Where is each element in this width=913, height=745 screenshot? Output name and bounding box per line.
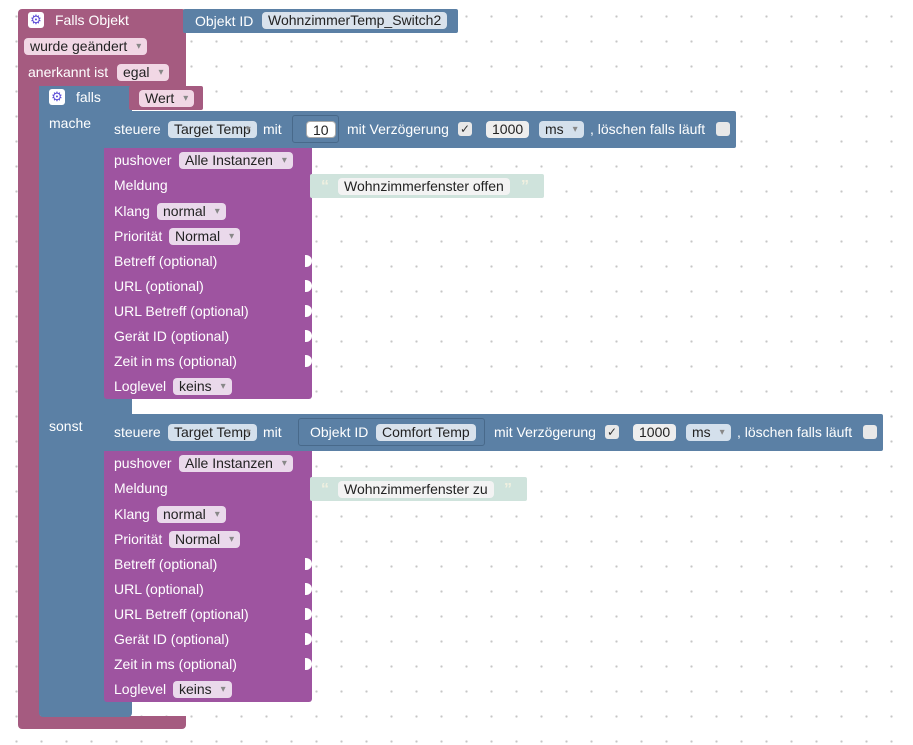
control2-delay-label: mit Verzögerung [494, 424, 596, 440]
if-gear-icon[interactable]: ⚙ [49, 89, 65, 105]
control2-delay-checkbox[interactable]: ✓ [605, 425, 619, 439]
control1-unit-dropdown[interactable]: ms [539, 121, 584, 138]
pushover1-sound-dropdown[interactable]: normal [157, 203, 226, 220]
trigger-block-bottom [18, 716, 186, 729]
pushover2-title: pushover [114, 455, 172, 471]
pushover1-url-label: URL (optional) [114, 278, 204, 294]
control1-target-dropdown[interactable]: Target Temp [168, 121, 257, 138]
else-label: sonst [49, 418, 83, 434]
trigger-object-id[interactable]: WohnzimmerTemp_Switch2 [262, 12, 448, 29]
pushover1-loglevel-label: Loglevel [114, 378, 167, 394]
control1-value[interactable]: 10 [306, 121, 336, 138]
pushover2-subject-label: Betreff (optional) [114, 556, 218, 572]
control1-mit: mit [263, 121, 282, 137]
pushover1-title: pushover [114, 152, 172, 168]
pushover1-time-label: Zeit in ms (optional) [114, 353, 237, 369]
if-label: falls [76, 89, 101, 105]
control2-object-label: Objekt ID [310, 424, 369, 440]
quote-open-icon: “ [321, 481, 329, 498]
pushover1-priority-dropdown[interactable]: Normal [169, 228, 241, 245]
pushover2-loglevel-dropdown[interactable]: keins [173, 681, 232, 698]
pushover1-url-subject-label: URL Betreff (optional) [114, 303, 249, 319]
trigger-block-spine [18, 80, 40, 720]
trigger-object-label: Objekt ID [195, 13, 254, 29]
trigger-title: Falls Objekt [55, 12, 129, 28]
control2-mit: mit [263, 424, 282, 440]
pushover2-loglevel-label: Loglevel [114, 681, 167, 697]
trigger-ack-label: anerkannt ist [28, 64, 109, 80]
control2-clear-label: , löschen falls läuft [737, 424, 853, 440]
quote-close-icon: ” [504, 481, 512, 498]
pushover1-instance-dropdown[interactable]: Alle Instanzen [179, 152, 293, 169]
pushover2-url-label: URL (optional) [114, 581, 204, 597]
message-text-2[interactable]: Wohnzimmerfenster zu [338, 481, 494, 498]
condition-dropdown[interactable]: Wert [139, 90, 195, 107]
control1-steuere: steuere [114, 121, 161, 137]
control2-unit-dropdown[interactable]: ms [686, 424, 731, 441]
pushover2-sound-dropdown[interactable]: normal [157, 506, 226, 523]
control1-delay-checkbox[interactable]: ✓ [458, 122, 472, 136]
control2-clear-checkbox[interactable] [863, 425, 877, 439]
pushover2-priority-dropdown[interactable]: Normal [169, 531, 241, 548]
quote-close-icon: ” [521, 178, 529, 195]
pushover2-message-label: Meldung [114, 480, 168, 496]
control2-steuere: steuere [114, 424, 161, 440]
pushover2-instance-dropdown[interactable]: Alle Instanzen [179, 455, 293, 472]
control2-object-id[interactable]: Comfort Temp [376, 424, 476, 441]
pushover2-sound-label: Klang [114, 506, 150, 522]
control1-clear-checkbox[interactable] [716, 122, 730, 136]
trigger-ack-dropdown[interactable]: egal [117, 64, 170, 81]
do-label: mache [49, 115, 92, 131]
control1-delay-label: mit Verzögerung [347, 121, 449, 137]
trigger-gear-icon[interactable]: ⚙ [28, 12, 44, 28]
pushover2-url-subject-label: URL Betreff (optional) [114, 606, 249, 622]
pushover1-loglevel-dropdown[interactable]: keins [173, 378, 232, 395]
pushover2-priority-label: Priorität [114, 531, 163, 547]
pushover1-message-label: Meldung [114, 177, 168, 193]
trigger-changed-dropdown[interactable]: wurde geändert [24, 38, 148, 55]
pushover1-priority-label: Priorität [114, 228, 163, 244]
pushover1-device-label: Gerät ID (optional) [114, 328, 230, 344]
pushover1-sound-label: Klang [114, 203, 150, 219]
control1-delay-value[interactable]: 1000 [486, 121, 530, 138]
control2-delay-value[interactable]: 1000 [633, 424, 677, 441]
message-text-1[interactable]: Wohnzimmerfenster offen [338, 178, 510, 195]
pushover2-device-label: Gerät ID (optional) [114, 631, 230, 647]
quote-open-icon: “ [321, 178, 329, 195]
control2-target-dropdown[interactable]: Target Temp [168, 424, 257, 441]
pushover1-subject-label: Betreff (optional) [114, 253, 218, 269]
control1-clear-label: , löschen falls läuft [590, 121, 706, 137]
pushover2-time-label: Zeit in ms (optional) [114, 656, 237, 672]
